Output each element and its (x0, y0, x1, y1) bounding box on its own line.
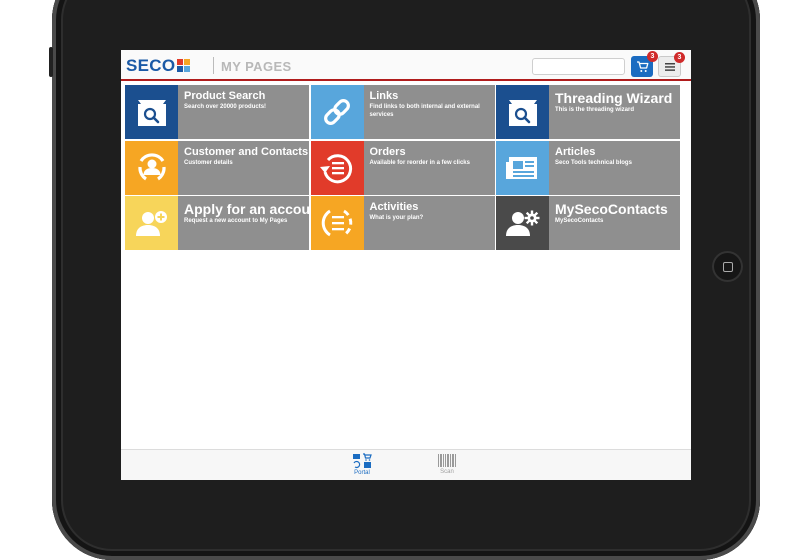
tile-description: This is the threading wizard (555, 107, 635, 113)
tile-product-search[interactable]: Product Search Search over 20000 product… (125, 85, 309, 139)
tile-orders[interactable]: Orders Available for reorder in a few cl… (310, 140, 495, 195)
search-input[interactable] (532, 58, 625, 75)
tile-icon-bg (310, 140, 364, 195)
tile-title: Links (369, 90, 399, 102)
home-button[interactable] (712, 251, 743, 282)
home-square-icon (722, 261, 733, 272)
newspaper-icon (505, 156, 537, 179)
bottom-nav: Portal Scan (121, 449, 691, 480)
magnifier-window-icon (137, 100, 166, 126)
add-user-icon (135, 211, 167, 236)
tile-icon-bg (496, 140, 549, 195)
top-bar: SECO MY PAGES 3 3 (121, 50, 691, 81)
tiles-grid: Product Search Search over 20000 product… (125, 85, 680, 250)
tab-scan[interactable]: Scan (427, 453, 467, 475)
cart-badge: 3 (647, 51, 658, 62)
tile-apply-for-account[interactable]: Apply for an account Request a new accou… (125, 196, 309, 250)
tile-description: Request a new account to My Pages (184, 218, 288, 224)
tile-icon-bg (125, 140, 178, 195)
tile-icon-bg (496, 196, 549, 250)
menu-button[interactable]: 3 (658, 52, 685, 77)
tile-description: MySecoContacts (555, 218, 604, 224)
reorder-icon (320, 153, 353, 183)
tile-description: Customer details (184, 159, 233, 166)
cart-button[interactable]: 3 (631, 51, 658, 77)
tile-title: Articles (555, 145, 596, 158)
brand-name: SECO (126, 56, 176, 75)
tile-title: Product Search (184, 90, 266, 102)
cart-icon (636, 60, 648, 72)
tile-icon-bg (125, 85, 178, 139)
tile-mysecocontacts[interactable]: MySecoContacts MySecoContacts (496, 196, 680, 250)
tile-description: Seco Tools technical blogs (555, 159, 632, 166)
tile-title: MySecoContacts (555, 201, 668, 217)
tile-icon-bg (310, 85, 364, 139)
tile-description: Available for reorder in a few clicks (369, 159, 471, 166)
tile-title: Customer and Contacts (184, 145, 309, 158)
menu-badge: 3 (674, 52, 685, 63)
logo-mark-icon (177, 59, 191, 72)
tile-icon-bg (496, 85, 549, 139)
tablet-side-button (49, 47, 53, 77)
tile-title: Threading Wizard (555, 90, 673, 106)
tile-title: Activities (369, 201, 419, 213)
app-screen: SECO MY PAGES 3 3 Product Search Search … (121, 50, 691, 480)
tab-portal[interactable]: Portal (342, 453, 382, 476)
tile-title: Apply for an account (184, 201, 309, 217)
barcode-icon (438, 454, 456, 467)
tile-description: Search over 20000 products! (184, 104, 267, 110)
tile-customer-and-contacts[interactable]: Customer and Contacts Customer details (125, 140, 309, 195)
chain-link-icon (324, 99, 350, 125)
tile-description: Find links to both internal and external… (369, 104, 480, 118)
user-settings-icon (505, 210, 539, 236)
seco-logo[interactable]: SECO (126, 56, 191, 75)
tile-icon-bg (125, 196, 178, 250)
hamburger-icon (664, 62, 675, 71)
activities-list-icon (321, 209, 353, 237)
tile-threading-wizard[interactable]: Threading Wizard This is the threading w… (496, 85, 680, 139)
logo-divider (213, 57, 214, 74)
tile-icon-bg (310, 196, 364, 250)
customer-icon (137, 152, 166, 180)
tile-activities[interactable]: Activities What is your plan? (310, 196, 495, 250)
tile-title: Orders (369, 145, 406, 158)
tab-scan-label: Scan (440, 469, 454, 475)
page-title: MY PAGES (221, 59, 292, 74)
tab-portal-label: Portal (354, 470, 370, 476)
tile-description: What is your plan? (369, 215, 424, 221)
tile-links[interactable]: Links Find links to both internal and ex… (310, 85, 495, 139)
portal-icon (353, 453, 372, 469)
tile-articles[interactable]: Articles Seco Tools technical blogs (496, 140, 680, 195)
magnifier-window-icon (508, 100, 537, 126)
